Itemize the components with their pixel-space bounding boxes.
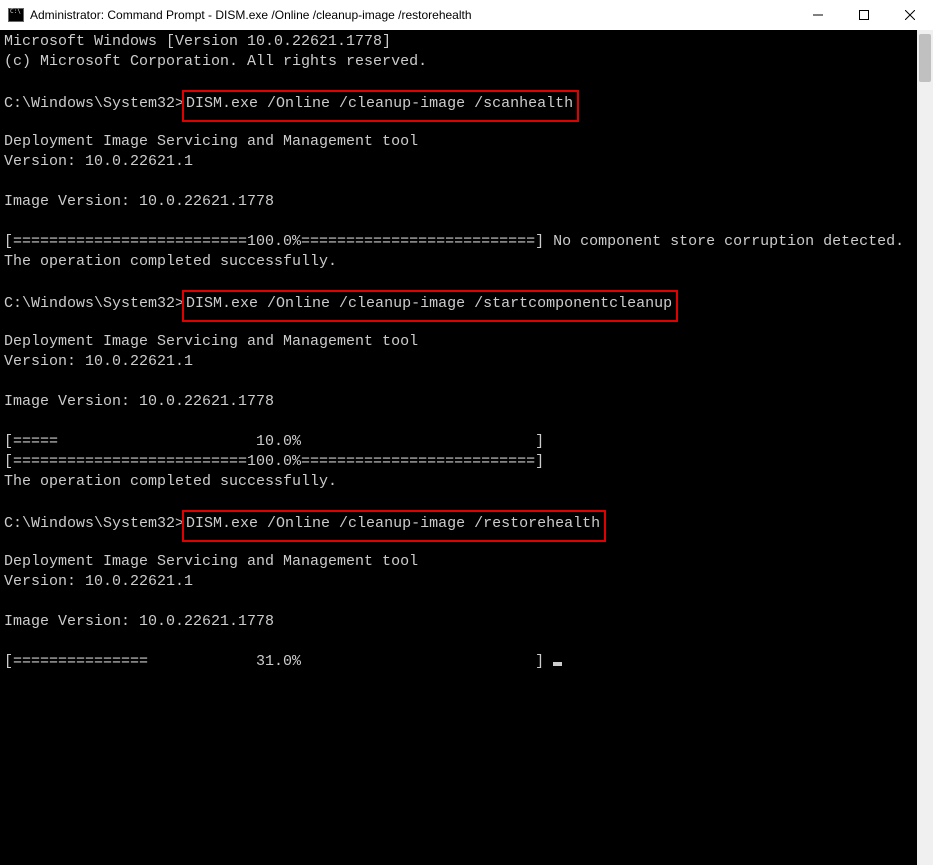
line-imgver: Image Version: 10.0.22621.1778 xyxy=(4,612,913,632)
line-imgver: Image Version: 10.0.22621.1778 xyxy=(4,192,913,212)
line-blank xyxy=(4,592,913,612)
line-blank xyxy=(4,72,913,92)
window-title: Administrator: Command Prompt - DISM.exe… xyxy=(30,8,795,22)
line-blank xyxy=(4,492,913,512)
highlight-box-cmd3: DISM.exe /Online /cleanup-image /restore… xyxy=(182,510,606,542)
highlight-box-cmd2: DISM.exe /Online /cleanup-image /startco… xyxy=(182,290,678,322)
line-header: Microsoft Windows [Version 10.0.22621.17… xyxy=(4,32,913,52)
line-blank xyxy=(4,372,913,392)
line-blank xyxy=(4,272,913,292)
prompt: C:\Windows\System32> xyxy=(4,95,184,112)
scroll-thumb[interactable] xyxy=(919,34,931,82)
line-toolver: Version: 10.0.22621.1 xyxy=(4,572,913,592)
minimize-button[interactable] xyxy=(795,0,841,30)
line-complete: The operation completed successfully. xyxy=(4,472,913,492)
maximize-button[interactable] xyxy=(841,0,887,30)
highlight-box-cmd1: DISM.exe /Online /cleanup-image /scanhea… xyxy=(182,90,579,122)
line-progress31: [=============== 31.0% ] xyxy=(4,652,913,672)
line-blank xyxy=(4,212,913,232)
line-complete: The operation completed successfully. xyxy=(4,252,913,272)
line-imgver: Image Version: 10.0.22621.1778 xyxy=(4,392,913,412)
line-progress10: [===== 10.0% ] xyxy=(4,432,913,452)
cmd-icon xyxy=(8,7,24,23)
line-blank xyxy=(4,632,913,652)
terminal-output[interactable]: Microsoft Windows [Version 10.0.22621.17… xyxy=(0,30,917,865)
line-blank xyxy=(4,172,913,192)
vertical-scrollbar[interactable] xyxy=(917,30,933,865)
command-prompt-window: Administrator: Command Prompt - DISM.exe… xyxy=(0,0,933,865)
line-toolver: Version: 10.0.22621.1 xyxy=(4,152,913,172)
line-progress100b: [==========================100.0%=======… xyxy=(4,452,913,472)
prompt: C:\Windows\System32> xyxy=(4,295,184,312)
line-cmd3: C:\Windows\System32>DISM.exe /Online /cl… xyxy=(4,512,913,532)
line-blank xyxy=(4,412,913,432)
line-toolver: Version: 10.0.22621.1 xyxy=(4,352,913,372)
terminal-area: Microsoft Windows [Version 10.0.22621.17… xyxy=(0,30,933,865)
close-button[interactable] xyxy=(887,0,933,30)
line-toolname: Deployment Image Servicing and Managemen… xyxy=(4,132,913,152)
window-controls xyxy=(795,0,933,30)
prompt: C:\Windows\System32> xyxy=(4,515,184,532)
titlebar: Administrator: Command Prompt - DISM.exe… xyxy=(0,0,933,30)
line-copyright: (c) Microsoft Corporation. All rights re… xyxy=(4,52,913,72)
cursor xyxy=(553,662,562,666)
line-progress100: [==========================100.0%=======… xyxy=(4,232,913,252)
line-cmd1: C:\Windows\System32>DISM.exe /Online /cl… xyxy=(4,92,913,112)
line-cmd2: C:\Windows\System32>DISM.exe /Online /cl… xyxy=(4,292,913,312)
line-toolname: Deployment Image Servicing and Managemen… xyxy=(4,552,913,572)
line-toolname: Deployment Image Servicing and Managemen… xyxy=(4,332,913,352)
